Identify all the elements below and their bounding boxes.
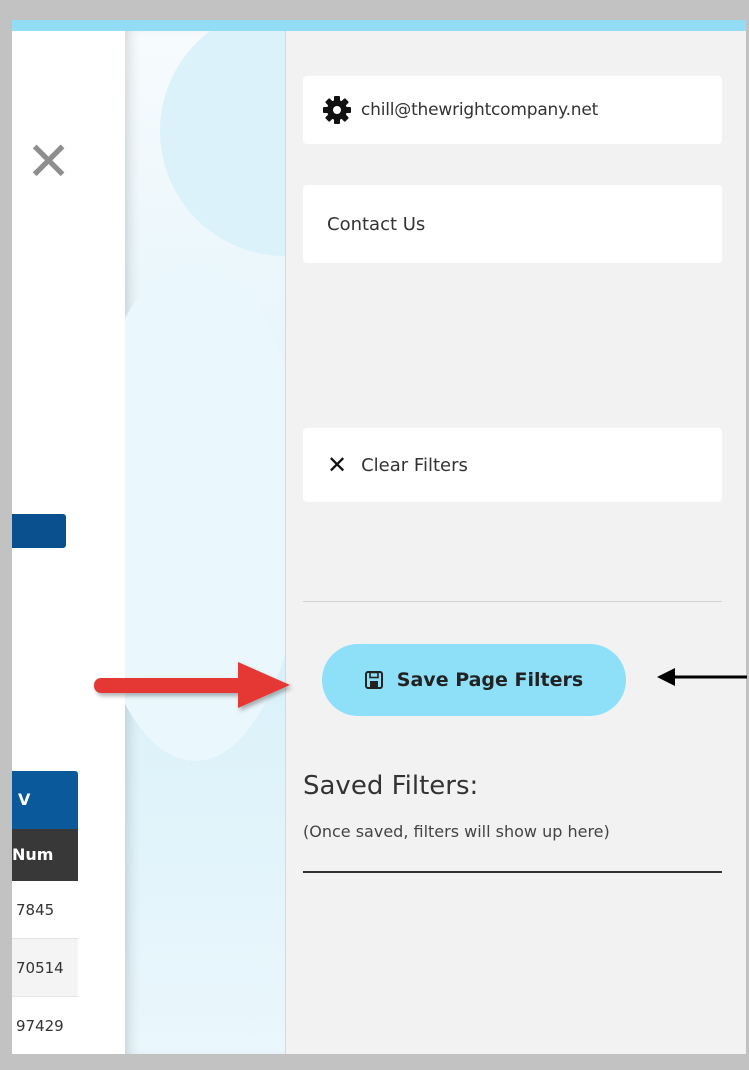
user-account-item[interactable]: chill@thewrightcompany.net	[303, 76, 722, 144]
saved-filters-divider	[303, 871, 722, 873]
saved-filters-hint: (Once saved, filters will show up here)	[303, 822, 610, 841]
gear-icon	[323, 96, 351, 124]
contact-us-label: Contact Us	[327, 213, 426, 235]
table-row[interactable]: 70514	[12, 939, 78, 997]
close-icon[interactable]: ✕	[26, 135, 71, 189]
user-email: chill@thewrightcompany.net	[361, 100, 599, 120]
save-page-filters-button[interactable]: Save Page Filters	[322, 644, 626, 716]
clear-filters-label: Clear Filters	[361, 454, 468, 476]
annotation-black-arrow-icon	[657, 668, 747, 686]
decorative-circle	[160, 31, 285, 256]
table-header-group: V	[12, 771, 78, 829]
save-page-filters-label: Save Page Filters	[396, 669, 584, 691]
side-panel: chill@thewrightcompany.net Contact Us ✕ …	[285, 31, 746, 1054]
save-icon	[364, 671, 383, 689]
annotation-red-arrow-icon	[94, 662, 290, 708]
partial-blue-button[interactable]	[12, 514, 66, 548]
close-icon: ✕	[327, 451, 348, 479]
decorative-background	[125, 31, 285, 1054]
table-row[interactable]: 97429	[12, 997, 78, 1054]
background-page: ✕ V Num 7845 70514 97429	[12, 31, 125, 1054]
clear-filters-button[interactable]: ✕ Clear Filters	[303, 428, 722, 502]
app-frame: ✕ V Num 7845 70514 97429 chill@thewright…	[12, 20, 746, 1054]
top-accent-strip	[12, 20, 746, 31]
table-column-header[interactable]: Num	[12, 829, 78, 881]
table-row[interactable]: 7845	[12, 881, 78, 939]
contact-us-link[interactable]: Contact Us	[303, 185, 722, 263]
saved-filters-heading: Saved Filters:	[303, 771, 479, 801]
divider	[303, 601, 722, 602]
